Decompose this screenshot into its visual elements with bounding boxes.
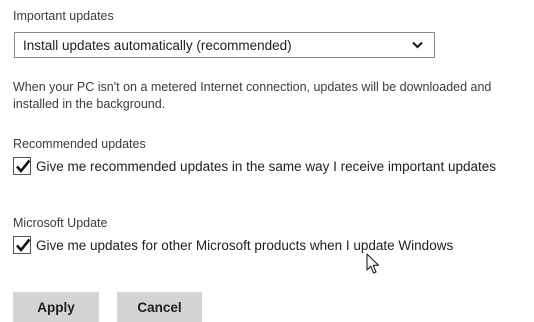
- important-updates-description: When your PC isn't on a metered Internet…: [13, 80, 492, 111]
- recommended-updates-option[interactable]: Give me recommended updates in the same …: [13, 157, 496, 175]
- cancel-button[interactable]: Cancel: [117, 292, 202, 322]
- microsoft-update-checkbox[interactable]: [13, 236, 31, 254]
- recommended-updates-heading: Recommended updates: [13, 137, 146, 151]
- checkmark-icon: [16, 159, 31, 174]
- apply-button[interactable]: Apply: [13, 292, 99, 322]
- recommended-updates-label: Give me recommended updates in the same …: [36, 158, 496, 174]
- microsoft-update-option[interactable]: Give me updates for other Microsoft prod…: [13, 236, 453, 254]
- mouse-pointer-icon: [366, 253, 380, 274]
- important-updates-heading: Important updates: [13, 9, 114, 23]
- important-updates-select[interactable]: Install updates automatically (recommend…: [14, 32, 435, 58]
- important-updates-selected-value: Install updates automatically (recommend…: [23, 37, 292, 53]
- microsoft-update-label: Give me updates for other Microsoft prod…: [36, 237, 454, 253]
- recommended-updates-checkbox[interactable]: [13, 157, 31, 175]
- chevron-down-icon: [412, 41, 423, 49]
- microsoft-update-heading: Microsoft Update: [13, 216, 108, 230]
- checkmark-icon: [16, 238, 31, 253]
